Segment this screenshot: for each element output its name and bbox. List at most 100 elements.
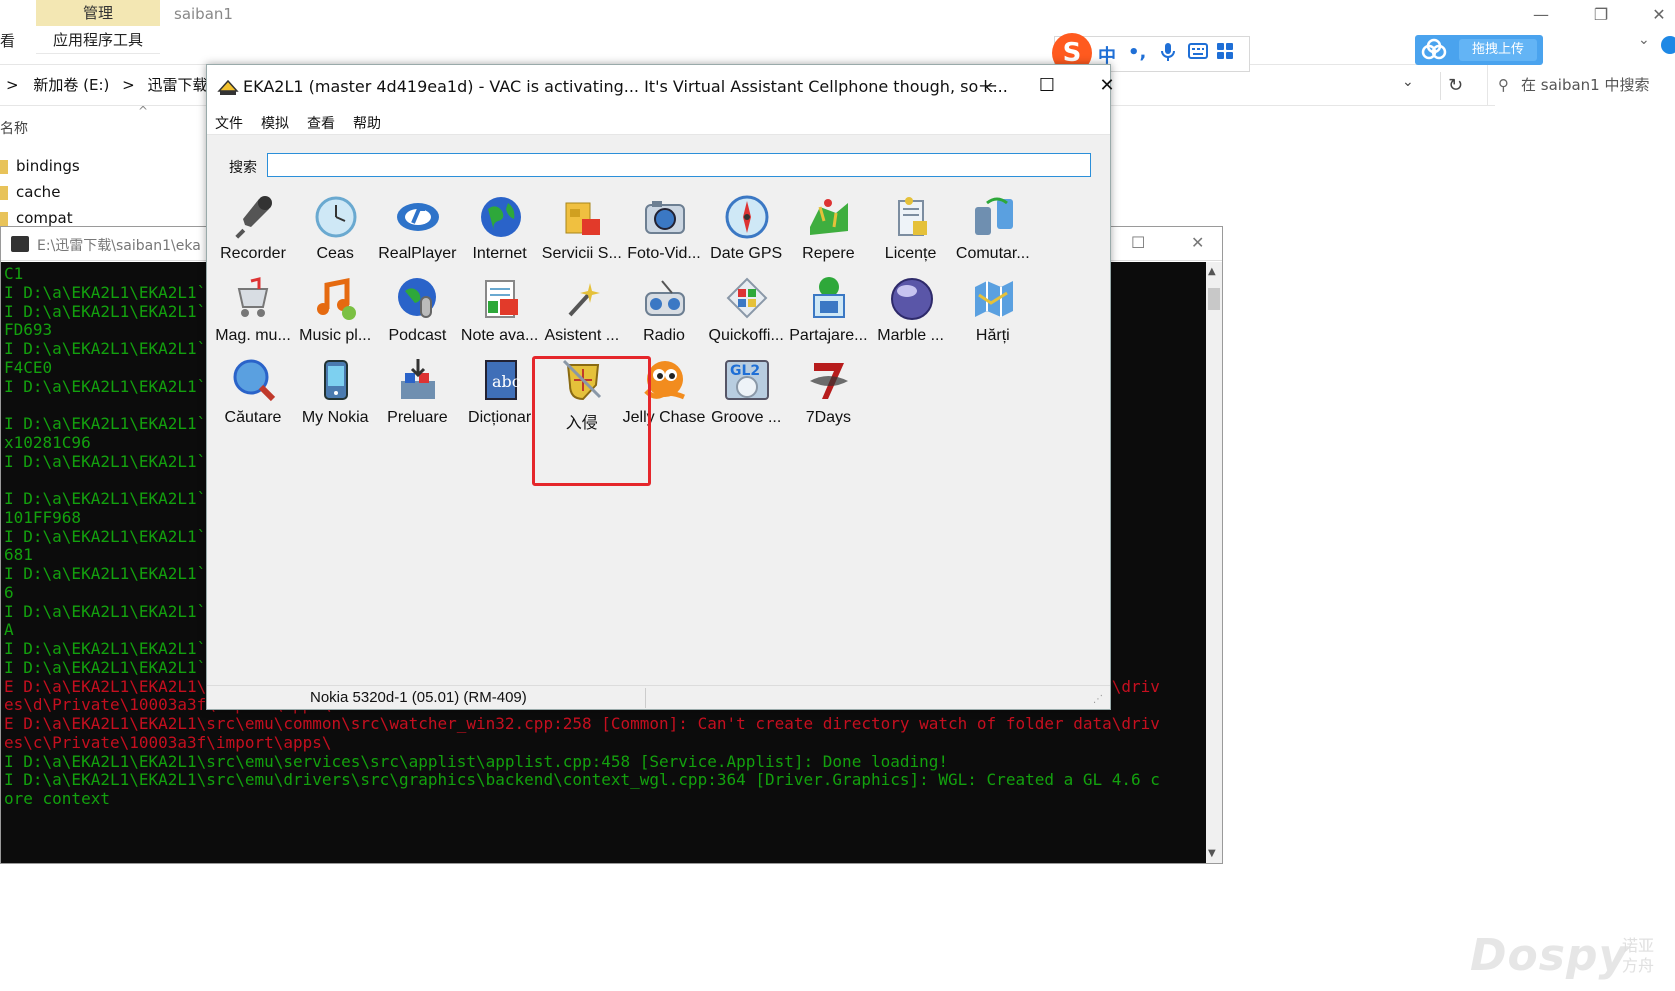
app-quickoffi[interactable]: Quickoffi... bbox=[704, 271, 788, 351]
restore-button[interactable]: ❐ bbox=[1578, 0, 1624, 30]
search-icon: ⚲ bbox=[1498, 76, 1509, 94]
app-licen-e[interactable]: Licențe bbox=[869, 189, 953, 269]
ribbon-expand-icon[interactable]: ⌄ bbox=[1638, 32, 1650, 48]
menu-emulate[interactable]: 模拟 bbox=[261, 113, 289, 133]
realplayer-icon bbox=[397, 203, 440, 231]
cloud-upload-button[interactable]: 拖拽上传 bbox=[1415, 35, 1543, 65]
app-realplayer[interactable]: RealPlayer bbox=[375, 189, 459, 269]
app-radio[interactable]: Radio bbox=[622, 271, 706, 351]
marble-icon bbox=[890, 278, 933, 320]
app-ceas[interactable]: Ceas bbox=[293, 189, 377, 269]
app-mag-mu[interactable]: Mag. mu... bbox=[211, 271, 295, 351]
app-label: Repere bbox=[802, 245, 855, 262]
ribbon-tab-view[interactable]: 看 bbox=[0, 30, 15, 51]
app-7days[interactable]: 7Days bbox=[786, 353, 870, 433]
scroll-down-icon[interactable]: ▼ bbox=[1208, 848, 1216, 859]
svg-text:abc: abc bbox=[492, 372, 521, 391]
dictionary-icon: abc bbox=[484, 360, 521, 400]
console-maximize-button[interactable]: ☐ bbox=[1131, 233, 1145, 252]
minimize-button[interactable]: — bbox=[1518, 0, 1564, 30]
music-note-icon bbox=[317, 277, 357, 320]
eka2l1-titlebar[interactable]: EKA2L1 (master 4d419ea1d) - VAC is activ… bbox=[207, 65, 1115, 109]
ime-punctuation[interactable]: •, bbox=[1128, 42, 1146, 63]
list-item[interactable]: compat bbox=[0, 206, 73, 226]
app-c-utare[interactable]: Căutare bbox=[211, 353, 295, 433]
menu-file[interactable]: 文件 bbox=[215, 113, 243, 133]
console-line: es\c\Private\10003a3f\import\apps\ bbox=[4, 732, 332, 752]
app-recorder[interactable]: Recorder bbox=[211, 189, 295, 269]
keyboard-icon[interactable] bbox=[1188, 42, 1208, 65]
app-label: Date GPS bbox=[710, 245, 783, 262]
column-header-name[interactable]: 名称 bbox=[0, 118, 28, 138]
breadcrumb-drive[interactable]: 新加卷 (E:) bbox=[33, 76, 109, 94]
console-line: F4CE0 bbox=[4, 357, 53, 377]
microphone-icon[interactable] bbox=[1160, 42, 1176, 67]
console-line: I D:\a\EKA2L1\EKA2L1\src\emu\services\sr… bbox=[4, 751, 949, 771]
menu-view[interactable]: 查看 bbox=[307, 113, 335, 133]
notification-dot[interactable] bbox=[1661, 36, 1675, 54]
grid-menu-icon[interactable] bbox=[1216, 42, 1234, 65]
scroll-up-icon[interactable]: ▲ bbox=[1208, 266, 1216, 277]
app-groove[interactable]: GL2 Groove ... bbox=[704, 353, 788, 433]
breadcrumb-sep: > bbox=[122, 76, 135, 94]
app-podcast[interactable]: Podcast bbox=[375, 271, 459, 351]
app-dic-ionar[interactable]: abc Dicționar bbox=[458, 353, 542, 433]
breadcrumb-folder[interactable]: 迅雷下载 bbox=[148, 76, 208, 94]
app-label: Mag. mu... bbox=[215, 327, 291, 344]
scroll-thumb[interactable] bbox=[1208, 288, 1220, 310]
breadcrumb[interactable]: > 新加卷 (E:) > 迅雷下载 > bbox=[6, 74, 233, 95]
console-close-button[interactable]: ✕ bbox=[1191, 233, 1204, 252]
list-item[interactable]: bindings bbox=[0, 154, 80, 178]
landmarks-icon bbox=[810, 199, 849, 235]
eka2l1-window[interactable]: EKA2L1 (master 4d419ea1d) - VAC is activ… bbox=[206, 64, 1115, 710]
folder-icon bbox=[0, 159, 8, 174]
app-repere[interactable]: Repere bbox=[786, 189, 870, 269]
ribbon-tab-app-tools[interactable]: 应用程序工具 bbox=[36, 26, 160, 54]
app-label: Partajare... bbox=[789, 327, 868, 344]
app-asistent[interactable]: Asistent ... bbox=[540, 271, 624, 351]
breadcrumb-sep: > bbox=[6, 76, 19, 94]
emu-minimize-button[interactable]: — bbox=[968, 71, 1008, 101]
chevron-down-icon[interactable]: ⌄ bbox=[1402, 74, 1414, 90]
app-label: Ceas bbox=[316, 245, 354, 262]
folder-icon bbox=[0, 211, 8, 226]
app-partajare[interactable]: Partajare... bbox=[786, 271, 870, 351]
app-internet[interactable]: Internet bbox=[458, 189, 542, 269]
console-line: E D:\a\EKA2L1\EKA2L1\src\emu\common\src\… bbox=[4, 714, 1160, 733]
console-line: x10281C96 bbox=[4, 432, 91, 452]
app-servicii-s[interactable]: Servicii S... bbox=[540, 189, 624, 269]
podcast-icon bbox=[398, 278, 437, 318]
resize-grip-icon[interactable]: ⋰ bbox=[1093, 694, 1103, 705]
console-scrollbar[interactable]: ▲ ▼ bbox=[1206, 262, 1222, 863]
app-label: Internet bbox=[472, 245, 527, 262]
app-foto-vid[interactable]: Foto-Vid... bbox=[622, 189, 706, 269]
ribbon-tab-manage[interactable]: 管理 bbox=[36, 0, 160, 26]
switch-icon bbox=[974, 197, 1013, 235]
console-line: 6 bbox=[4, 582, 14, 602]
wand-icon bbox=[568, 283, 600, 317]
emu-close-button[interactable]: ✕ bbox=[1087, 71, 1127, 101]
app-date-gps[interactable]: Date GPS bbox=[704, 189, 788, 269]
emu-maximize-button[interactable]: ☐ bbox=[1027, 71, 1067, 101]
refresh-icon[interactable]: ↻ bbox=[1440, 72, 1470, 100]
app-label: Asistent ... bbox=[544, 327, 620, 344]
app-label: Quickoffi... bbox=[708, 327, 784, 344]
app-comutar[interactable]: Comutar... bbox=[951, 189, 1035, 269]
menu-help[interactable]: 帮助 bbox=[353, 113, 381, 133]
console-line: I D:\a\EKA2L1\EKA2L1\src\emu\drivers\src… bbox=[4, 770, 1160, 790]
app-my-nokia[interactable]: My Nokia bbox=[293, 353, 377, 433]
app-label: Servicii S... bbox=[541, 245, 622, 262]
console-title: E:\迅雷下载\saiban1\eka bbox=[37, 238, 201, 254]
explorer-search-input[interactable]: ⚲ 在 saiban1 中搜索 bbox=[1487, 64, 1675, 106]
app-search-input[interactable] bbox=[267, 153, 1091, 177]
app-preluare[interactable]: Preluare bbox=[375, 353, 459, 433]
app-music-pl[interactable]: Music pl... bbox=[293, 271, 377, 351]
app-note-ava[interactable]: Note ava... bbox=[458, 271, 542, 351]
gl2-icon: GL2 bbox=[725, 360, 770, 400]
app-marble[interactable]: Marble ... bbox=[869, 271, 953, 351]
app-label: Dicționar bbox=[468, 409, 532, 426]
share-icon bbox=[813, 277, 846, 318]
app-h-r-i[interactable]: Hărți bbox=[951, 271, 1035, 351]
close-button[interactable]: ✕ bbox=[1636, 0, 1675, 30]
list-item[interactable]: cache bbox=[0, 180, 60, 204]
